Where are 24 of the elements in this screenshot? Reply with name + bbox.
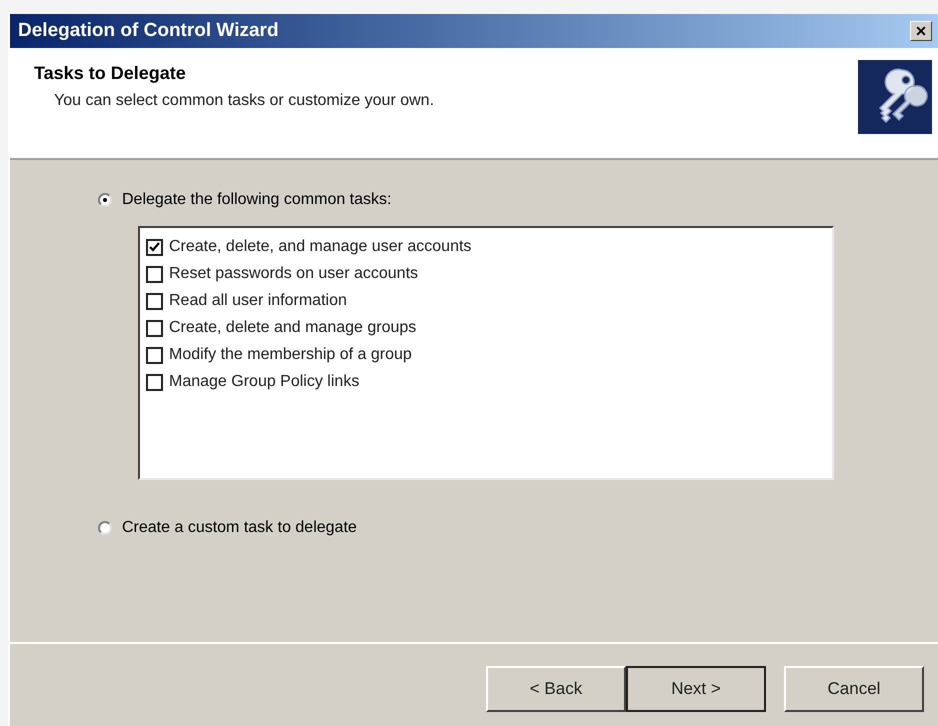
task-label: Reset passwords on user accounts [169, 264, 418, 284]
checkbox[interactable] [146, 266, 163, 282]
wizard-button[interactable]: Cancel [784, 666, 924, 712]
wizard-button[interactable]: < Back [486, 666, 626, 712]
radio-button[interactable] [98, 521, 112, 535]
close-button[interactable]: × [910, 21, 932, 41]
page-title: Tasks to Delegate [34, 62, 187, 85]
checkbox[interactable] [146, 238, 163, 256]
task-label: Modify the membership of a group [169, 345, 412, 365]
page-subtitle: You can select common tasks or customize your own. [53, 91, 434, 111]
checkbox[interactable] [146, 292, 163, 310]
option-label: Create a custom task to delegate [122, 518, 357, 538]
task-label: Create, delete and manage groups [169, 318, 416, 338]
radio-button[interactable] [98, 193, 112, 207]
task-label: Read all user information [169, 291, 347, 311]
wizard-button[interactable]: Next > [626, 666, 766, 712]
window-title: Delegation of Control Wizard [18, 18, 279, 43]
task-label: Manage Group Policy links [169, 372, 360, 392]
checkbox[interactable] [146, 320, 163, 336]
task-label: Create, delete, and manage user accounts [169, 237, 472, 257]
checkbox[interactable] [146, 374, 163, 390]
keys-icon [858, 60, 932, 134]
option-label: Delegate the following common tasks: [122, 190, 392, 210]
checkbox[interactable] [146, 346, 163, 364]
